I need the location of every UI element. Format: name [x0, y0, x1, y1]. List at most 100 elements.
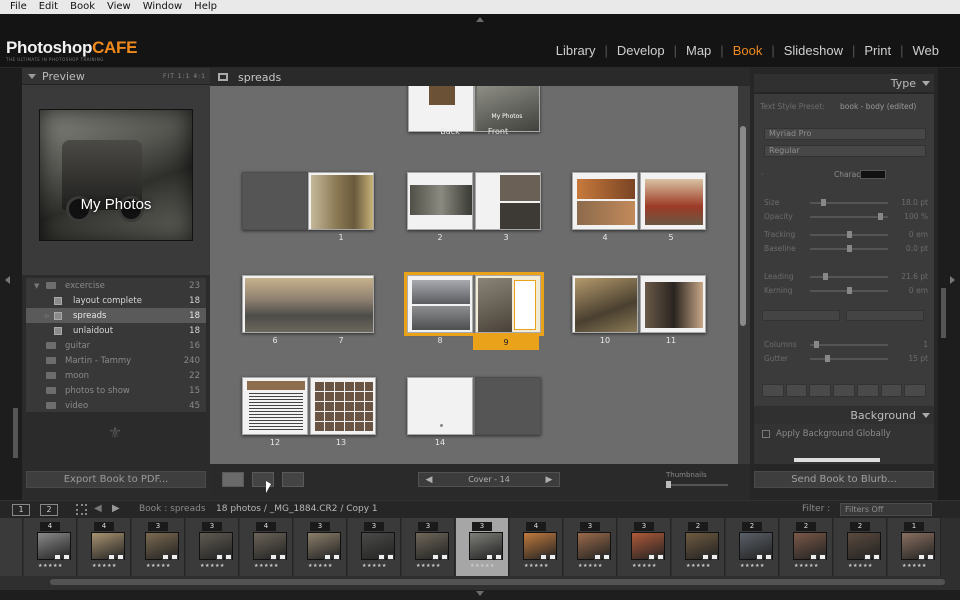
slider-track[interactable]	[810, 287, 888, 294]
preview-panel-header[interactable]: Preview FIT 1:1 4:1	[22, 68, 210, 85]
thumbnails-size-slider[interactable]	[666, 481, 728, 488]
export-book-to-pdf-button[interactable]: Export Book to PDF...	[26, 471, 206, 488]
align-bottom-button[interactable]	[904, 384, 927, 397]
disclosure-triangle-icon[interactable]: ▼	[34, 282, 39, 290]
slider-value[interactable]: 0 em	[909, 286, 928, 295]
collection-item[interactable]: Martin - Tammy 240	[26, 353, 206, 368]
preview-zoom-options[interactable]: FIT 1:1 4:1	[163, 73, 210, 80]
star-rating[interactable]: ★★★★★	[254, 563, 279, 569]
slider-knob[interactable]	[878, 213, 884, 220]
slider-knob[interactable]	[847, 287, 852, 294]
slider-knob[interactable]	[847, 231, 852, 238]
collection-item[interactable]: video 45	[26, 398, 206, 413]
filmstrip-thumbnail[interactable]: 2 ★★★★★	[726, 518, 779, 576]
collapse-left-panel-icon[interactable]	[5, 276, 10, 284]
star-rating[interactable]: ★★★★★	[470, 563, 495, 569]
collection-item[interactable]: photos to show 15	[26, 383, 206, 398]
collection-item[interactable]: unlaidout 18	[26, 323, 206, 338]
slider-opacity[interactable]: Opacity 100 %	[764, 212, 928, 222]
align-top-button[interactable]	[856, 384, 879, 397]
slider-track[interactable]	[810, 245, 888, 252]
spread-8-9[interactable]: 8 9	[404, 272, 544, 350]
right-panel-scrollbar[interactable]	[941, 288, 946, 338]
spread-12-13[interactable]: 12 13	[242, 377, 376, 447]
filmstrip-source[interactable]: Book : spreads	[139, 504, 206, 514]
slider-tracking[interactable]: Tracking 0 em	[764, 230, 928, 240]
module-map[interactable]: Map	[677, 43, 720, 58]
filmstrip-thumbnail[interactable]: 4 ★★★★★	[78, 518, 131, 576]
spread-10-11[interactable]: 10 11	[572, 275, 706, 345]
page-12[interactable]	[242, 377, 308, 435]
align-justify-button[interactable]	[833, 384, 855, 397]
canvas-scroll-thumb[interactable]	[740, 126, 746, 326]
size-all-button[interactable]	[762, 310, 840, 321]
slider-baseline[interactable]: Baseline 0.0 pt	[764, 244, 928, 254]
collection-item[interactable]: ⊳ spreads 18	[26, 308, 206, 323]
spread-4-5[interactable]: 4 5	[572, 172, 706, 242]
slider-track[interactable]	[810, 355, 888, 362]
star-rating[interactable]: ★★★★★	[686, 563, 711, 569]
font-style-select[interactable]: Regular	[764, 145, 926, 157]
spread-2-3[interactable]: 2 3	[407, 172, 541, 242]
filmstrip-scrollbar[interactable]	[50, 579, 945, 585]
page-blank-end[interactable]	[475, 377, 541, 435]
page-14[interactable]	[407, 377, 473, 435]
slider-track[interactable]	[810, 341, 888, 348]
module-print[interactable]: Print	[855, 43, 900, 58]
align-left-button[interactable]	[762, 384, 784, 397]
slider-value[interactable]: 0.0 pt	[906, 244, 928, 253]
page-blank[interactable]	[242, 172, 308, 230]
star-rating[interactable]: ★★★★★	[416, 563, 441, 569]
star-rating[interactable]: ★★★★★	[92, 563, 117, 569]
filmstrip-thumbnail[interactable]: 2 ★★★★★	[780, 518, 833, 576]
collection-item[interactable]: ▼ excercise 23	[26, 278, 206, 293]
slider-value[interactable]: 100 %	[904, 212, 928, 221]
star-rating[interactable]: ★★★★★	[632, 563, 657, 569]
character-target-icon[interactable]: ◦	[760, 170, 764, 179]
slider-track[interactable]	[810, 213, 888, 220]
star-rating[interactable]: ★★★★★	[740, 563, 765, 569]
filmstrip-thumbnail[interactable]: 3 ★★★★★	[186, 518, 239, 576]
star-rating[interactable]: ★★★★★	[38, 563, 63, 569]
multi-page-view-button[interactable]	[222, 472, 244, 487]
slider-value[interactable]: 0 em	[909, 230, 928, 239]
type-panel-header[interactable]: Type	[754, 74, 934, 92]
star-rating[interactable]: ★★★★★	[794, 563, 819, 569]
slider-value[interactable]: 1	[923, 340, 928, 349]
module-develop[interactable]: Develop	[608, 43, 674, 58]
spread-1[interactable]: 1	[242, 172, 374, 242]
page-5[interactable]	[640, 172, 706, 230]
page-2[interactable]	[407, 172, 473, 230]
back-arrow-icon[interactable]: ◀	[94, 503, 102, 514]
star-rating[interactable]: ★★★★★	[524, 563, 549, 569]
collapse-filmstrip-icon[interactable]	[476, 591, 484, 596]
left-panel-scrollbar[interactable]	[13, 408, 18, 458]
page-10[interactable]	[572, 275, 638, 333]
slider-knob[interactable]	[813, 341, 819, 348]
slider-columns[interactable]: Columns 1	[764, 340, 928, 350]
filmstrip-thumbnail[interactable]: 3 ★★★★★	[132, 518, 185, 576]
font-family-select[interactable]: Myriad Pro	[764, 128, 926, 140]
align-center-button[interactable]	[785, 384, 808, 397]
slider-value[interactable]: 15 pt	[908, 354, 928, 363]
previous-page-button[interactable]: ◀	[419, 475, 439, 485]
menu-file[interactable]: File	[4, 0, 33, 14]
filmstrip-thumbnail[interactable]: 2 ★★★★★	[834, 518, 887, 576]
star-rating[interactable]: ★★★★★	[848, 563, 873, 569]
slider-value[interactable]: 18.0 pt	[901, 198, 928, 207]
star-rating[interactable]: ★★★★★	[578, 563, 603, 569]
page-4[interactable]	[572, 172, 638, 230]
collapse-right-panel-icon[interactable]	[950, 276, 955, 284]
filmstrip-photo-count[interactable]: 18 photos / _MG_1884.CR2 / Copy 1	[216, 504, 378, 514]
back-cover-page[interactable]	[408, 86, 474, 132]
slider-size[interactable]: Size 18.0 pt	[764, 198, 928, 208]
send-book-to-blurb-button[interactable]: Send Book to Blurb...	[754, 471, 934, 488]
slider-value[interactable]: 21.6 pt	[901, 272, 928, 281]
page-11[interactable]	[640, 275, 706, 333]
align-middle-button[interactable]	[880, 384, 903, 397]
single-page-view-button[interactable]	[282, 472, 304, 487]
spread-6-7[interactable]: 6 7	[242, 275, 374, 345]
collapse-top-panel-icon[interactable]	[476, 17, 484, 22]
collection-item[interactable]: guitar 16	[26, 338, 206, 353]
page-6-7-panorama[interactable]	[242, 275, 374, 333]
